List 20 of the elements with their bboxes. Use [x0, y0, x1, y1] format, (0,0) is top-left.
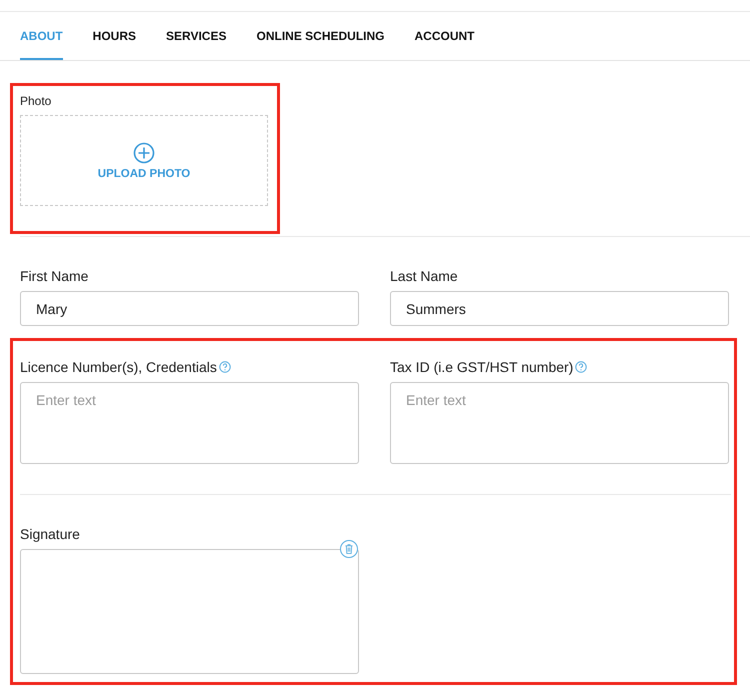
input-field[interactable]: Summers	[390, 291, 729, 326]
field-label: Photo	[20, 94, 52, 108]
text-area[interactable]: Enter text	[20, 382, 359, 464]
help-icon[interactable]	[218, 361, 231, 373]
tab[interactable]: SERVICES	[166, 12, 226, 60]
field-label: Signature	[20, 526, 80, 542]
tab[interactable]: ONLINE SCHEDULING	[256, 12, 384, 60]
tab[interactable]: ACCOUNT	[414, 12, 474, 60]
text-area[interactable]: Enter text	[390, 382, 729, 464]
trash-icon	[345, 544, 353, 554]
signature-pad[interactable]	[20, 549, 359, 674]
field-label: Tax ID (i.e GST/HST number)	[390, 359, 574, 375]
field-label: Last Name	[390, 268, 458, 284]
add-icon	[133, 142, 155, 164]
field-label: First Name	[20, 268, 88, 284]
delete-button[interactable]	[340, 540, 358, 558]
help-icon[interactable]	[575, 361, 588, 373]
field-label: Licence Number(s), Credentials	[20, 359, 217, 375]
tab[interactable]: HOURS	[92, 12, 136, 60]
input-field[interactable]: Mary	[20, 291, 359, 326]
